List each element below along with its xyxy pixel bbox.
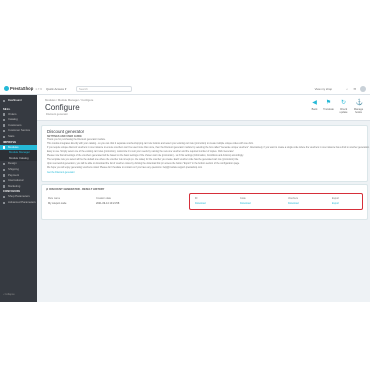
link-text[interactable]: Get the Discount generator bbox=[47, 172, 75, 174]
translate-button[interactable]: ⚑ Translate bbox=[321, 100, 336, 111]
download-link[interactable]: Download bbox=[195, 202, 206, 205]
download-link[interactable]: Download bbox=[288, 202, 299, 205]
page-header: Modules / Module Manager / Configure Con… bbox=[37, 95, 370, 121]
screenshot-frame: PrestaShop 1.7.6 Quick Access ▾ Search Vi… bbox=[0, 84, 370, 302]
settings-panel: Discount generator SETTINGS AND USER GUI… bbox=[41, 125, 370, 182]
panel-subtitle: SETTINGS AND USER GUIDE bbox=[47, 135, 82, 138]
sidebar-item-label: Marketing bbox=[8, 183, 21, 188]
main-content: Modules / Module Manager / Configure Con… bbox=[37, 95, 370, 302]
sidebar-item-stats[interactable]: Stats bbox=[0, 134, 37, 140]
sidebar-item-label: Customer Service bbox=[8, 128, 31, 133]
flag-icon: ⚑ bbox=[325, 100, 332, 106]
refresh-icon: ↻ bbox=[340, 100, 347, 106]
manage-hooks-button[interactable]: ⚓ Manage hooks bbox=[351, 100, 366, 114]
anchor-icon: ⚓ bbox=[355, 100, 363, 106]
notifications-icon[interactable]: ✉ bbox=[354, 87, 356, 91]
column-header-creation-date[interactable]: Creation date bbox=[96, 197, 111, 200]
back-button-label: Back bbox=[311, 108, 318, 111]
guide-text: We hope you will enjoy generating vouche… bbox=[47, 167, 203, 169]
search-icon[interactable]: ⌕ bbox=[346, 87, 348, 91]
guide-text: Easy to use. Simply select one of the ex… bbox=[47, 151, 234, 153]
history-heading-text: DISCOUNT GENERATOR - RESULT HISTORY bbox=[49, 188, 105, 191]
top-bar: PrestaShop 1.7.6 Quick Access ▾ Search Vi… bbox=[0, 84, 370, 95]
avatar[interactable] bbox=[360, 86, 366, 92]
sidebar-item-label: Design bbox=[8, 161, 17, 166]
export-link[interactable]: Export bbox=[332, 202, 339, 205]
manage-hooks-button-label: Manage hooks bbox=[353, 108, 364, 114]
catalog-icon bbox=[3, 118, 6, 122]
truck-icon bbox=[3, 168, 6, 171]
sidebar-item-label: Payment bbox=[8, 172, 20, 177]
highlight-box: ID Code Vouchers Export Download Downloa… bbox=[189, 193, 363, 210]
view-shop-link[interactable]: View my shop bbox=[315, 87, 332, 91]
sidebar-item-label: Customers bbox=[8, 122, 22, 127]
guide-text: Upon successful generation, you will be … bbox=[47, 163, 240, 165]
payment-icon bbox=[3, 174, 6, 177]
version-label: 1.7.6 bbox=[35, 87, 42, 91]
column-header-rule-name[interactable]: Rule name bbox=[48, 197, 60, 200]
check-update-button[interactable]: ↻ Check update bbox=[336, 100, 351, 114]
history-panel: ⇄DISCOUNT GENERATOR - RESULT HISTORY Rul… bbox=[41, 184, 368, 220]
history-icon: ⇄ bbox=[46, 188, 49, 191]
search-input[interactable]: Search bbox=[76, 86, 132, 92]
sidebar-item-label: International bbox=[8, 178, 24, 183]
sidebar-item-label: Dashboard bbox=[8, 98, 22, 102]
logo[interactable]: PrestaShop 1.7.6 bbox=[4, 86, 42, 91]
sidebar-item-label: Catalog bbox=[8, 117, 18, 122]
chat-icon bbox=[3, 129, 6, 133]
sidebar-item-label: Shop Parameters bbox=[8, 194, 30, 199]
back-icon: ◀ bbox=[312, 100, 317, 106]
page-subtitle: Discount generator bbox=[46, 113, 68, 116]
download-link[interactable]: Download bbox=[240, 202, 251, 205]
column-header-id[interactable]: ID bbox=[195, 197, 197, 200]
cell-rule-name: My coupon code bbox=[48, 202, 67, 205]
quick-access-menu[interactable]: Quick Access ▾ bbox=[46, 87, 66, 91]
sidebar-item-advanced-parameters[interactable]: Advanced Parameters bbox=[0, 200, 37, 206]
discount-generator-link[interactable]: Get the Discount generator bbox=[47, 172, 75, 174]
logo-text: PrestaShop bbox=[10, 86, 34, 91]
page-title: Configure bbox=[45, 103, 80, 112]
guide-text: Please note that all settings of the vou… bbox=[47, 155, 244, 157]
cell-creation-date: 2021-09-14 10:21:58 bbox=[96, 202, 120, 205]
column-header-export[interactable]: Export bbox=[332, 197, 339, 200]
guide-text: Thank you for purchasing the Discount ge… bbox=[47, 139, 106, 141]
puzzle-icon bbox=[3, 146, 6, 149]
sidebar-item-dashboard[interactable]: Dashboard bbox=[0, 98, 37, 104]
design-icon bbox=[3, 162, 6, 166]
translate-button-label: Translate bbox=[323, 108, 334, 111]
logo-icon bbox=[4, 86, 9, 91]
sidebar-item-label: Stats bbox=[8, 133, 15, 138]
column-header-vouchers[interactable]: Vouchers bbox=[288, 197, 298, 200]
sidebar-item-label: Orders bbox=[8, 111, 17, 116]
check-update-button-label: Check update bbox=[339, 108, 348, 114]
sidebar-item-label: Shipping bbox=[8, 166, 19, 171]
history-heading: ⇄DISCOUNT GENERATOR - RESULT HISTORY bbox=[46, 188, 104, 191]
customers-icon bbox=[3, 124, 6, 127]
settings-icon bbox=[3, 195, 6, 199]
orders-icon bbox=[3, 113, 6, 116]
guide-text: The template rule you select will be the… bbox=[47, 159, 239, 161]
marketing-icon bbox=[3, 185, 6, 188]
globe-icon bbox=[3, 179, 6, 183]
column-header-code[interactable]: Code bbox=[240, 197, 246, 200]
breadcrumb[interactable]: Modules / Module Manager / Configure bbox=[45, 98, 93, 102]
back-button[interactable]: ◀ Back bbox=[307, 100, 322, 111]
guide-text: This module integrates directly with you… bbox=[47, 143, 254, 145]
sidebar: Dashboard SELL Orders Catalog Customers … bbox=[0, 95, 37, 302]
guide-text: If you require unique discount vouchers … bbox=[47, 147, 370, 149]
collapse-menu-button[interactable]: ‹ Collapse bbox=[3, 293, 15, 296]
panel-title: Discount generator bbox=[47, 129, 85, 134]
sidebar-item-label: Advanced Parameters bbox=[8, 199, 36, 204]
stats-icon bbox=[3, 135, 6, 138]
sidebar-item-label: Modules bbox=[8, 144, 19, 149]
gear-icon bbox=[3, 201, 6, 204]
sidebar-item-marketing[interactable]: Marketing bbox=[0, 184, 37, 190]
dashboard-icon bbox=[3, 99, 6, 102]
